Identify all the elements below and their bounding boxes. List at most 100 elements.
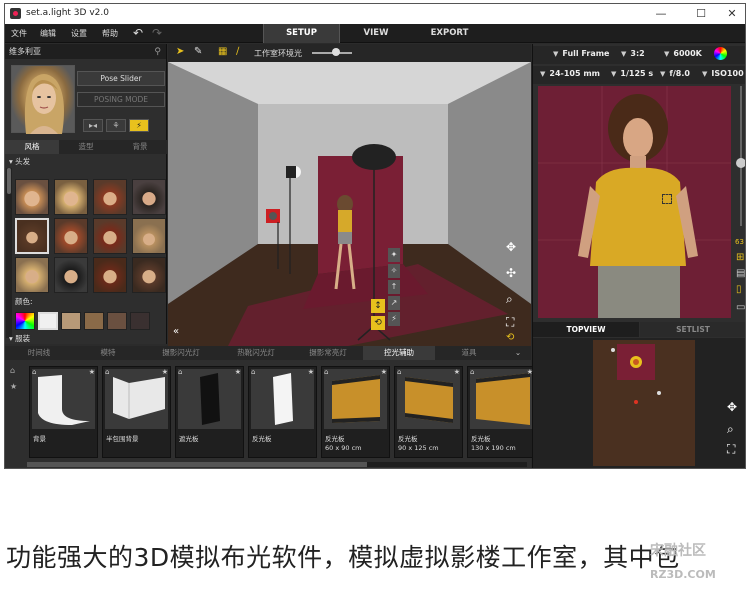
library-item-cove-backdrop[interactable]: ⌂ ★ 半包围背景 [102,366,171,458]
subtab-look[interactable]: 造型 [59,140,113,154]
iso-dropdown[interactable]: ▼ ISO100 [702,69,744,78]
camera-preview[interactable] [538,86,731,318]
line-tool-icon[interactable]: ∕ [236,46,239,57]
grid-overlay-icon[interactable]: ⊞ [736,252,744,263]
hair-scroll-thumb[interactable] [7,168,11,194]
hair-option-2[interactable] [54,179,88,215]
sensor-dropdown[interactable]: ▼ Full Frame [553,49,609,58]
library-item-reflector-90x125[interactable]: ⌂ ★ 反光板 90 x 125 cm [394,366,463,458]
library-item-reflector-60x90[interactable]: ⌂ ★ 反光板 60 x 90 cm [321,366,390,458]
libtab-speedlight[interactable]: 热靴闪光灯 [219,346,293,360]
light-tool-4-icon[interactable]: ↗ [388,296,400,310]
hair-color-brown[interactable] [84,312,104,330]
reset-view-icon[interactable]: ⟲ [506,332,514,343]
card-star-icon[interactable]: ★ [308,368,314,376]
pin-icon[interactable]: ⚲ [154,45,161,60]
topview-map[interactable]: ✥ ⌕ ⛶ [533,338,745,468]
hair-option-3[interactable] [93,179,127,215]
menu-settings[interactable]: 设置 [71,28,87,39]
histogram-icon[interactable]: ▤ [736,268,745,279]
pose-slider-button[interactable]: Pose Slider [77,71,165,86]
hair-option-8-hat[interactable] [132,218,166,254]
library-item-reflector[interactable]: ⌂ ★ 反光板 [248,366,317,458]
libtab-light-shapers[interactable]: 控光辅助 [363,346,435,360]
fit-view-icon[interactable]: ⛶ [506,315,514,330]
library-expand-icon[interactable]: ⌄ [510,346,526,360]
light-tool-1-icon[interactable]: ✦ [388,248,400,262]
battery-icon[interactable]: ▭ [736,302,745,313]
card-star-icon[interactable]: ★ [381,368,387,376]
lens-dropdown[interactable]: ▼ 24-105 mm [540,69,600,78]
hair-option-12[interactable] [132,257,166,293]
libtab-studio-flash[interactable]: 摄影闪光灯 [143,346,219,360]
libtab-props[interactable]: 道具 [435,346,503,360]
topview-zoom-icon[interactable]: ⌕ [727,422,734,437]
zoom-handle[interactable] [736,158,745,168]
studio-viewport[interactable]: ➤ ✎ ▦ ∕ 工作室环境光 ✥ ✣ ⌕ ⛶ ⟲ « ✦ ✧ ↑ ↗ ↕ ⚡ ⟲ [168,44,531,346]
hair-option-6[interactable] [54,218,88,254]
tab-setlist[interactable]: SETLIST [640,322,745,337]
library-home-icon[interactable]: ⌂ [10,366,15,375]
light-tool-5-icon[interactable]: ⚡ [388,312,400,326]
select-tool-icon[interactable]: ➤ [176,46,184,57]
color-picker-icon[interactable] [714,47,727,60]
aspect-dropdown[interactable]: ▼ 3:2 [621,49,645,58]
aperture-dropdown[interactable]: ▼ f/8.0 [660,69,690,78]
menu-edit[interactable]: 编辑 [40,28,56,39]
custom-color-swatch[interactable] [15,312,35,330]
zoom-icon[interactable]: ⌕ [506,292,513,307]
hair-color-dark-brown[interactable] [107,312,127,330]
tab-export[interactable]: EXPORT [412,24,487,43]
close-button[interactable]: ✕ [722,6,742,22]
menu-file[interactable]: 文件 [11,28,27,39]
clothing-section-header[interactable]: ▾ 服装 [5,333,167,345]
minimize-button[interactable]: — [651,6,671,22]
card-star-icon[interactable]: ★ [527,368,533,376]
library-scroll-thumb[interactable] [27,462,367,467]
hair-color-white[interactable] [38,312,58,330]
library-scrollbar[interactable] [27,462,527,467]
card-star-icon[interactable]: ★ [454,368,460,376]
hair-option-1[interactable] [15,179,49,215]
tab-view[interactable]: VIEW [340,24,412,43]
posing-mode-button[interactable]: POSING MODE [77,92,165,107]
hair-option-11[interactable] [93,257,127,293]
hair-option-7[interactable] [93,218,127,254]
camera-orient-icon[interactable]: ▯ [736,284,742,295]
hair-section-header[interactable]: ▾ 头发 [5,156,167,168]
libtab-models[interactable]: 模特 [73,346,143,360]
grid-tool-icon[interactable]: ▦ [218,46,227,57]
pencil-tool-icon[interactable]: ✎ [194,46,202,57]
hair-color-ash[interactable] [61,312,81,330]
maximize-button[interactable]: ☐ [691,6,711,22]
env-light-slider[interactable] [312,48,352,56]
card-star-icon[interactable]: ★ [235,368,241,376]
rotate-icon[interactable]: ⟲ [371,316,385,330]
undo-icon[interactable]: ↶ [133,26,143,40]
hair-option-4[interactable] [132,179,166,215]
libtab-continuous-light[interactable]: 摄影常亮灯 [293,346,363,360]
focus-point-icon[interactable] [662,194,672,204]
card-star-icon[interactable]: ★ [89,368,95,376]
subtab-style[interactable]: 风格 [5,140,59,154]
collapse-panel-icon[interactable]: « [173,326,179,337]
subtab-background[interactable]: 背景 [113,140,167,154]
height-adjust-icon[interactable]: ↕ [371,299,385,313]
libtab-timeline[interactable]: 时间线 [5,346,73,360]
topview-fit-icon[interactable]: ⛶ [727,442,735,457]
light-tool-2-icon[interactable]: ✧ [388,264,400,278]
flash-pose-icon[interactable]: ⚡ [129,119,149,132]
light-tool-3-icon[interactable]: ↑ [388,280,400,294]
mirror-pose-icon[interactable]: ▸◂ [83,119,103,132]
orbit-icon[interactable]: ✥ [506,240,516,254]
hair-option-10[interactable] [54,257,88,293]
hair-scrollbar[interactable] [6,168,12,338]
pose-light-icon[interactable]: ⚘ [106,119,126,132]
hair-color-black[interactable] [130,312,150,330]
tab-setup[interactable]: SETUP [263,24,340,43]
library-item-flag[interactable]: ⌂ ★ 遮光板 [175,366,244,458]
library-item-reflector-130x190[interactable]: ⌂ ★ 反光板 130 x 190 cm [467,366,536,458]
redo-icon[interactable]: ↷ [152,26,162,40]
library-favorite-icon[interactable]: ★ [10,382,17,391]
topview-pan-icon[interactable]: ✥ [727,400,737,414]
